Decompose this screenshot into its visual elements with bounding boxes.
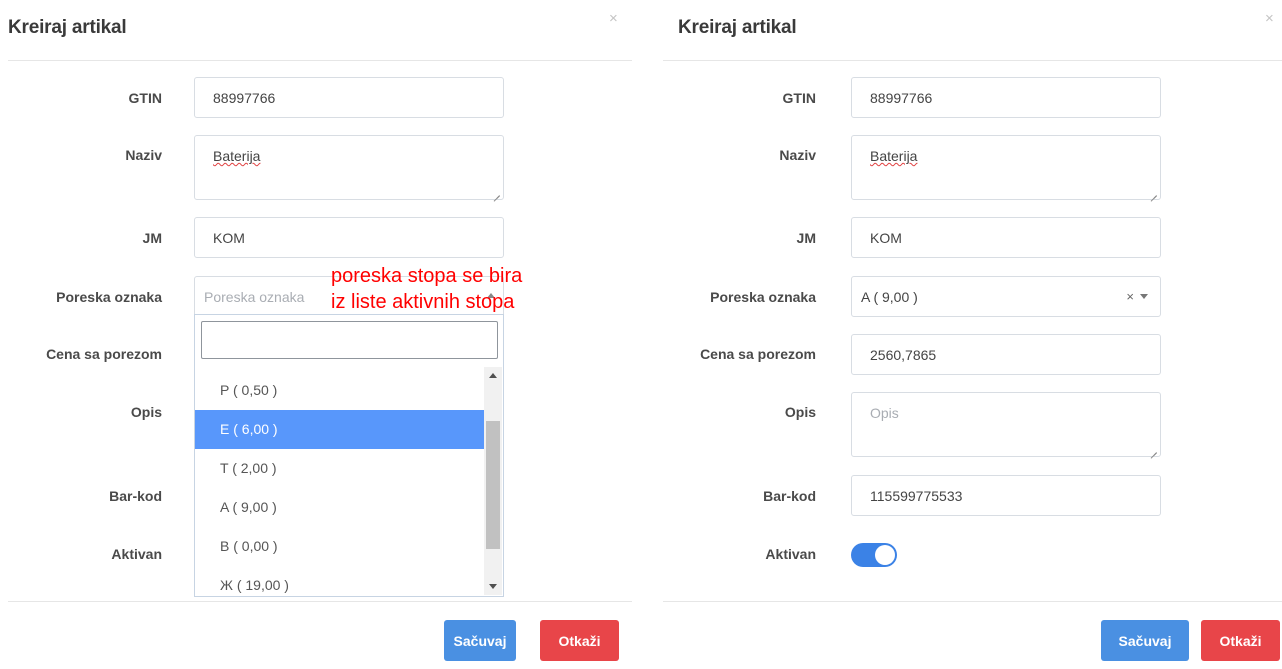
resize-handle-icon[interactable] — [1149, 188, 1157, 196]
jm-input[interactable]: KOM — [194, 217, 504, 258]
dropdown-option[interactable]: A ( 9,00 ) — [195, 488, 484, 527]
poreska-placeholder: Poreska oznaka — [204, 288, 305, 305]
dropdown-search-input[interactable] — [201, 321, 498, 359]
naziv-value: Baterija — [213, 148, 261, 164]
opis-label: Opis — [130, 404, 162, 420]
gtin-label: GTIN — [128, 90, 162, 106]
cancel-button[interactable]: Otkaži — [540, 620, 619, 661]
dropdown-option[interactable]: B ( 0,00 ) — [195, 527, 484, 566]
barkod-label: Bar-kod — [763, 488, 816, 504]
cena-label: Cena sa porezom — [46, 346, 162, 362]
clear-icon[interactable]: × — [1126, 289, 1134, 304]
naziv-label: Naziv — [125, 147, 162, 163]
opis-textarea[interactable]: Opis — [851, 392, 1161, 457]
resize-handle-icon[interactable] — [1149, 445, 1157, 453]
poreska-selected-value: A ( 9,00 ) — [861, 288, 918, 305]
barkod-input[interactable]: 115599775533 — [851, 475, 1161, 516]
poreska-dropdown: P ( 0,50 ) E ( 6,00 ) T ( 2,00 ) A ( 9,0… — [194, 314, 504, 597]
footer-divider — [663, 601, 1282, 602]
gtin-label: GTIN — [782, 90, 816, 106]
dropdown-scrollbar[interactable] — [484, 367, 502, 595]
aktivan-label: Aktivan — [111, 546, 162, 562]
jm-input[interactable]: KOM — [851, 217, 1161, 258]
scrollbar-thumb[interactable] — [486, 421, 500, 549]
dropdown-option[interactable]: Ж ( 19,00 ) — [195, 566, 484, 605]
aktivan-toggle[interactable] — [851, 543, 897, 567]
jm-label: JM — [796, 230, 816, 246]
dropdown-options-list: P ( 0,50 ) E ( 6,00 ) T ( 2,00 ) A ( 9,0… — [195, 371, 484, 605]
select-controls: × — [1126, 289, 1148, 304]
poreska-label: Poreska oznaka — [56, 289, 162, 305]
aktivan-label: Aktivan — [765, 546, 816, 562]
naziv-textarea[interactable]: Baterija — [851, 135, 1161, 200]
scroll-down-arrow-icon[interactable] — [489, 584, 497, 589]
dropdown-option[interactable]: T ( 2,00 ) — [195, 449, 484, 488]
modal-title: Kreiraj artikal — [8, 17, 127, 38]
close-icon[interactable]: × — [1265, 10, 1274, 27]
modal-title: Kreiraj artikal — [678, 17, 797, 38]
header-divider — [663, 60, 1282, 61]
naziv-value: Baterija — [870, 148, 918, 164]
jm-label: JM — [142, 230, 162, 246]
footer-divider — [8, 601, 632, 602]
cancel-button[interactable]: Otkaži — [1201, 620, 1280, 661]
barkod-label: Bar-kod — [109, 488, 162, 504]
poreska-label: Poreska oznaka — [710, 289, 816, 305]
gtin-input[interactable]: 88997766 — [851, 77, 1161, 118]
opis-label: Opis — [784, 404, 816, 420]
annotation-line-1: poreska stopa se bira — [331, 265, 523, 287]
poreska-select[interactable]: A ( 9,00 ) × — [851, 276, 1161, 317]
naziv-textarea[interactable]: Baterija — [194, 135, 504, 200]
gtin-input[interactable]: 88997766 — [194, 77, 504, 118]
toggle-knob — [875, 545, 895, 565]
cena-label: Cena sa porezom — [700, 346, 816, 362]
save-button[interactable]: Sačuvaj — [444, 620, 516, 661]
red-annotation: poreska stopa se bira iz liste aktivnih … — [331, 263, 522, 315]
dropdown-option-highlighted[interactable]: E ( 6,00 ) — [195, 410, 484, 449]
chevron-down-icon[interactable] — [1140, 294, 1148, 299]
create-article-modal-left: Kreiraj artikal × GTIN 88997766 Naziv Ba… — [0, 0, 632, 669]
cena-input[interactable]: 2560,7865 — [851, 334, 1161, 375]
annotation-line-2: iz liste aktivnih stopa — [331, 291, 515, 313]
naziv-label: Naziv — [779, 147, 816, 163]
save-button[interactable]: Sačuvaj — [1101, 620, 1189, 661]
header-divider — [8, 60, 632, 61]
dropdown-option[interactable]: P ( 0,50 ) — [195, 371, 484, 410]
create-article-modal-right: Kreiraj artikal × GTIN 88997766 Naziv Ba… — [660, 0, 1282, 669]
scroll-up-arrow-icon[interactable] — [489, 373, 497, 378]
opis-placeholder: Opis — [870, 405, 899, 421]
resize-handle-icon[interactable] — [492, 188, 500, 196]
close-icon[interactable]: × — [609, 10, 618, 27]
